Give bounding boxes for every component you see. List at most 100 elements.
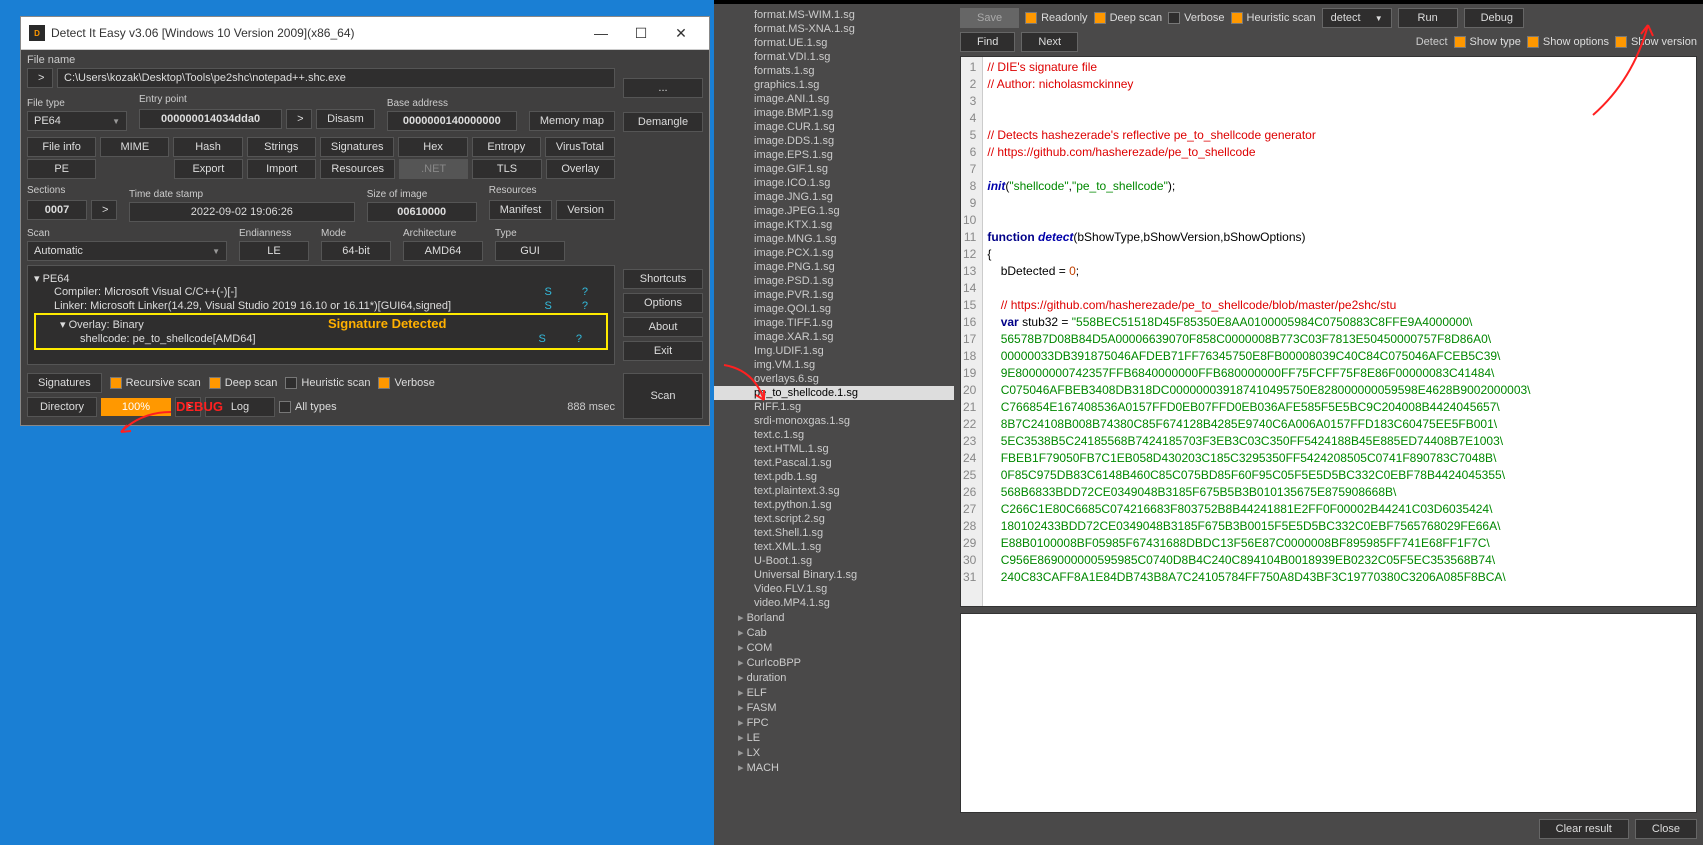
nav-button[interactable]: > [27,68,53,88]
exit-button[interactable]: Exit [623,341,703,361]
file-path-input[interactable] [57,68,615,88]
tree-file-item[interactable]: image.ICO.1.sg [714,176,954,190]
hex-button[interactable]: Hex [398,137,467,157]
tree-folder-item[interactable]: CurIcoBPP [714,655,954,670]
result-row[interactable]: Linker: Microsoft Linker(14.29, Visual S… [34,299,608,313]
-net-button[interactable]: .NET [399,159,468,179]
tree-folder-item[interactable]: Borland [714,610,954,625]
tree-file-item[interactable]: image.EPS.1.sg [714,148,954,162]
tree-file-item[interactable]: image.PSD.1.sg [714,274,954,288]
clear-result-button[interactable]: Clear result [1539,819,1629,839]
tree-file-item[interactable]: image.QOI.1.sg [714,302,954,316]
tree-folder-item[interactable]: FASM [714,700,954,715]
tree-file-item[interactable]: U-Boot.1.sg [714,554,954,568]
tree-file-item[interactable]: img.VM.1.sg [714,358,954,372]
tree-file-item[interactable]: image.JPEG.1.sg [714,204,954,218]
tree-file-item[interactable]: image.PCX.1.sg [714,246,954,260]
browse-button[interactable]: ... [623,78,703,98]
minimize-button[interactable]: — [581,21,621,45]
tree-file-item[interactable]: image.MNG.1.sg [714,232,954,246]
titlebar[interactable]: D Detect It Easy v3.06 [Windows 10 Versi… [21,17,709,50]
strings-button[interactable]: Strings [247,137,316,157]
tree-folder-item[interactable]: MACH [714,760,954,775]
import-button[interactable]: Import [247,159,316,179]
tree-file-item[interactable]: image.PVR.1.sg [714,288,954,302]
tree-file-item[interactable]: Img.UDIF.1.sg [714,344,954,358]
directory-button[interactable]: Directory [27,397,97,417]
file-type-select[interactable]: PE64 [27,111,127,131]
detect-select[interactable]: detect [1322,8,1392,28]
tree-folder-item[interactable]: FPC [714,715,954,730]
recursive-checkbox[interactable]: Recursive scan [110,377,201,389]
tree-folder-item[interactable]: LE [714,730,954,745]
hash-button[interactable]: Hash [173,137,242,157]
tree-file-item[interactable]: image.CUR.1.sg [714,120,954,134]
tree-file-item[interactable]: image.PNG.1.sg [714,260,954,274]
tree-file-item[interactable]: RIFF.1.sg [714,400,954,414]
debug-button[interactable]: Debug [1464,8,1524,28]
version-button[interactable]: Version [556,200,615,220]
output-pane[interactable] [960,613,1697,813]
tree-file-item[interactable]: image.JNG.1.sg [714,190,954,204]
tls-button[interactable]: TLS [472,159,541,179]
maximize-button[interactable]: ☐ [621,21,661,45]
virustotal-button[interactable]: VirusTotal [545,137,615,157]
file-info-button[interactable]: File info [27,137,96,157]
tree-file-item[interactable]: image.GIF.1.sg [714,162,954,176]
tree-file-item[interactable]: image.TIFF.1.sg [714,316,954,330]
close-button-2[interactable]: Close [1635,819,1697,839]
readonly-checkbox[interactable]: Readonly [1025,12,1087,24]
run-button[interactable]: Run [1398,8,1458,28]
tree-folder-item[interactable]: Cab [714,625,954,640]
find-button[interactable]: Find [960,32,1015,52]
disasm-button[interactable]: Disasm [316,109,375,129]
result-root[interactable]: ▾ PE64 [34,272,608,285]
next-button[interactable]: Next [1021,32,1078,52]
tree-folder-item[interactable]: duration [714,670,954,685]
tree-file-item[interactable]: text.HTML.1.sg [714,442,954,456]
tree-file-item[interactable]: overlays.6.sg [714,372,954,386]
deep-checkbox[interactable]: Deep scan [209,377,278,389]
tree-file-item[interactable]: image.ANI.1.sg [714,92,954,106]
sections-more-button[interactable]: > [91,200,117,220]
tree-file-item[interactable]: image.DDS.1.sg [714,134,954,148]
tree-file-item[interactable]: text.python.1.sg [714,498,954,512]
tree-file-item[interactable]: formats.1.sg [714,64,954,78]
tree-file-item[interactable]: text.plaintext.3.sg [714,484,954,498]
pe-button[interactable]: PE [27,159,96,179]
manifest-button[interactable]: Manifest [489,200,553,220]
tree-file-item[interactable]: text.Pascal.1.sg [714,456,954,470]
tree-file-item[interactable]: Video.FLV.1.sg [714,582,954,596]
tree-file-item[interactable]: image.XAR.1.sg [714,330,954,344]
tree-file-item[interactable]: format.UE.1.sg [714,36,954,50]
result-row[interactable]: Compiler: Microsoft Visual C/C++(-)[-]S? [34,285,608,299]
all-types-checkbox[interactable]: All types [279,401,337,413]
tree-file-item[interactable]: image.KTX.1.sg [714,218,954,232]
tree-file-item[interactable]: image.BMP.1.sg [714,106,954,120]
tree-file-item[interactable]: text.c.1.sg [714,428,954,442]
scan-button[interactable]: Scan [623,373,703,419]
tree-file-item[interactable]: text.Shell.1.sg [714,526,954,540]
endian-value[interactable]: LE [239,241,309,261]
demangle-button[interactable]: Demangle [623,112,703,132]
file-tree[interactable]: format.MS-WIM.1.sgformat.MS-XNA.1.sgform… [714,4,954,845]
result-row[interactable]: shellcode: pe_to_shellcode[AMD64]S? [40,332,602,346]
show-version-checkbox[interactable]: Show version [1615,36,1697,48]
tree-file-item[interactable]: format.MS-XNA.1.sg [714,22,954,36]
heuristic-checkbox[interactable]: Heuristic scan [285,377,370,389]
arch-value[interactable]: AMD64 [403,241,483,261]
tree-file-item[interactable]: Universal Binary.1.sg [714,568,954,582]
close-button[interactable]: ✕ [661,21,701,45]
entropy-button[interactable]: Entropy [472,137,541,157]
signatures-button[interactable]: Signatures [320,137,395,157]
deep-scan-checkbox[interactable]: Deep scan [1094,12,1163,24]
mode-value[interactable]: 64-bit [321,241,391,261]
tree-folder-item[interactable]: LX [714,745,954,760]
tree-file-item[interactable]: video.MP4.1.sg [714,596,954,610]
code-editor[interactable]: 1234567891011121314151617181920212223242… [960,56,1697,607]
tree-file-item[interactable]: format.VDI.1.sg [714,50,954,64]
show-type-checkbox[interactable]: Show type [1454,36,1521,48]
export-button[interactable]: Export [174,159,243,179]
about-button[interactable]: About [623,317,703,337]
scan-mode-select[interactable]: Automatic [27,241,227,261]
